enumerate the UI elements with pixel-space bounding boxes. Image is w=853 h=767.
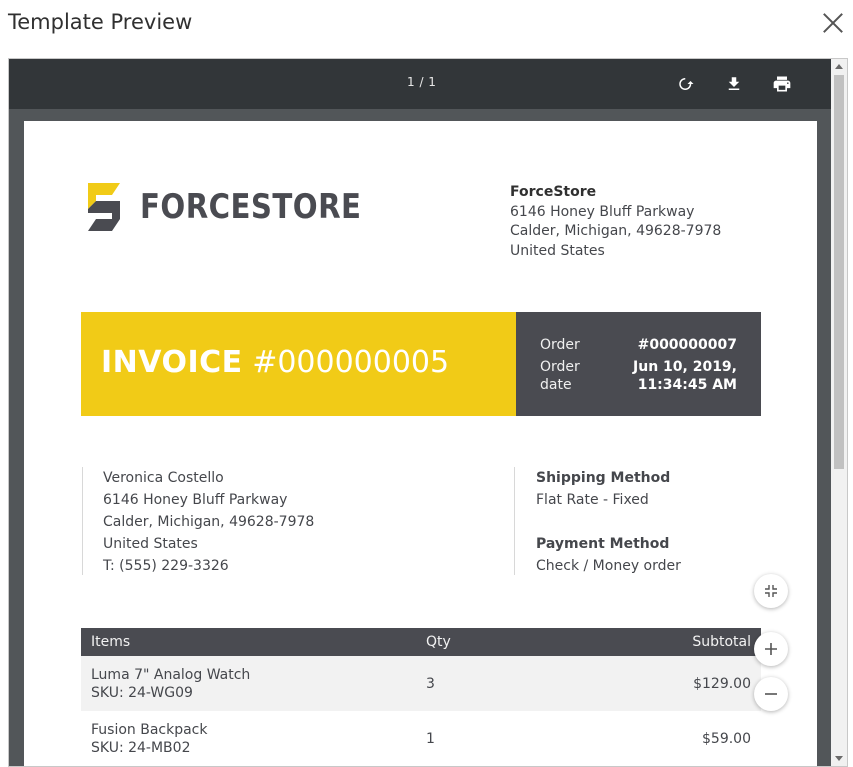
scroll-up-arrow-icon[interactable] [835, 64, 843, 69]
order-date-label-2: date [540, 377, 572, 393]
invoice-title: INVOICE #000000005 [101, 345, 449, 380]
shipping-method-heading: Shipping Method [536, 470, 671, 486]
zoom-in-icon[interactable] [754, 632, 788, 666]
column-header-items: Items [81, 628, 416, 656]
table-header-row: Items Qty Subtotal [81, 628, 761, 656]
payment-method-heading: Payment Method [536, 536, 670, 552]
store-address-line1: 6146 Honey Bluff Parkway [510, 203, 695, 220]
invoice-label: INVOICE [101, 345, 243, 380]
store-name: ForceStore [510, 184, 597, 200]
items-table: Items Qty Subtotal Luma 7" Analog Watch … [81, 628, 761, 766]
store-logo: FORCESTORE [80, 181, 397, 233]
shipping-method-value: Flat Rate - Fixed [536, 492, 649, 508]
rotate-icon[interactable] [674, 72, 698, 96]
shipping-payment-info: Shipping Method Flat Rate - Fixed Paymen… [514, 467, 681, 575]
invoice-banner: INVOICE #000000005 [81, 312, 516, 416]
modal-title: Template Preview [8, 10, 193, 34]
payment-method-value: Check / Money order [536, 558, 681, 574]
billing-street: 6146 Honey Bluff Parkway [103, 492, 288, 508]
item-qty: 3 [416, 656, 596, 711]
page-indicator: 1 / 1 [407, 75, 437, 89]
item-name: Luma 7" Analog Watch [91, 666, 251, 683]
billing-phone: T: (555) 229-3326 [103, 558, 229, 574]
table-row: Fusion Backpack SKU: 24-MB02 1 $59.00 [81, 711, 761, 766]
billing-country: United States [103, 536, 198, 552]
order-info-panel: Order #000000007 Order date Jun 10, 2019… [516, 312, 761, 416]
viewer-toolbar: 1 / 1 [9, 59, 831, 109]
order-date-label: Order [540, 359, 580, 375]
table-row: Luma 7" Analog Watch SKU: 24-WG09 3 $129… [81, 656, 761, 711]
order-number: #000000007 [637, 337, 737, 353]
order-time-value: 11:34:45 AM [637, 377, 737, 393]
logo-wordmark: FORCESTORE [140, 187, 362, 227]
store-country: United States [510, 242, 605, 259]
order-label: Order [540, 337, 580, 353]
invoice-page: FORCESTORE ForceStore 6146 Honey Bluff P… [24, 121, 817, 766]
item-sku: SKU: 24-MB02 [91, 739, 191, 756]
fit-to-page-icon[interactable] [754, 574, 788, 608]
close-icon[interactable] [819, 9, 847, 37]
print-icon[interactable] [770, 72, 794, 96]
column-header-subtotal: Subtotal [596, 628, 761, 656]
customer-name: Veronica Costello [103, 470, 224, 486]
zoom-out-icon[interactable] [754, 677, 788, 711]
item-sku: SKU: 24-WG09 [91, 684, 193, 701]
scroll-down-arrow-icon[interactable] [835, 756, 843, 761]
invoice-number: #000000005 [252, 345, 450, 380]
viewer-scrollbar[interactable] [831, 59, 847, 766]
billing-address: Veronica Costello 6146 Honey Bluff Parkw… [82, 467, 314, 575]
billing-city: Calder, Michigan, 49628-7978 [103, 514, 315, 530]
store-address: ForceStore 6146 Honey Bluff Parkway Cald… [510, 183, 721, 261]
item-qty: 1 [426, 730, 435, 747]
store-address-line2: Calder, Michigan, 49628-7978 [510, 223, 722, 239]
pdf-viewer: 1 / 1 FORCESTORE ForceStore 6146 Honey B… [8, 58, 848, 767]
column-header-qty: Qty [416, 628, 596, 656]
item-subtotal: $59.00 [702, 730, 751, 747]
item-name: Fusion Backpack [91, 721, 208, 738]
order-date-value: Jun 10, 2019, [633, 359, 737, 375]
forcestore-logo-icon [88, 183, 120, 231]
item-cell: Fusion Backpack SKU: 24-MB02 [81, 711, 416, 766]
scrollbar-thumb[interactable] [834, 75, 844, 469]
item-subtotal: $129.00 [596, 656, 761, 711]
item-cell: Luma 7" Analog Watch SKU: 24-WG09 [81, 656, 416, 711]
download-icon[interactable] [722, 72, 746, 96]
